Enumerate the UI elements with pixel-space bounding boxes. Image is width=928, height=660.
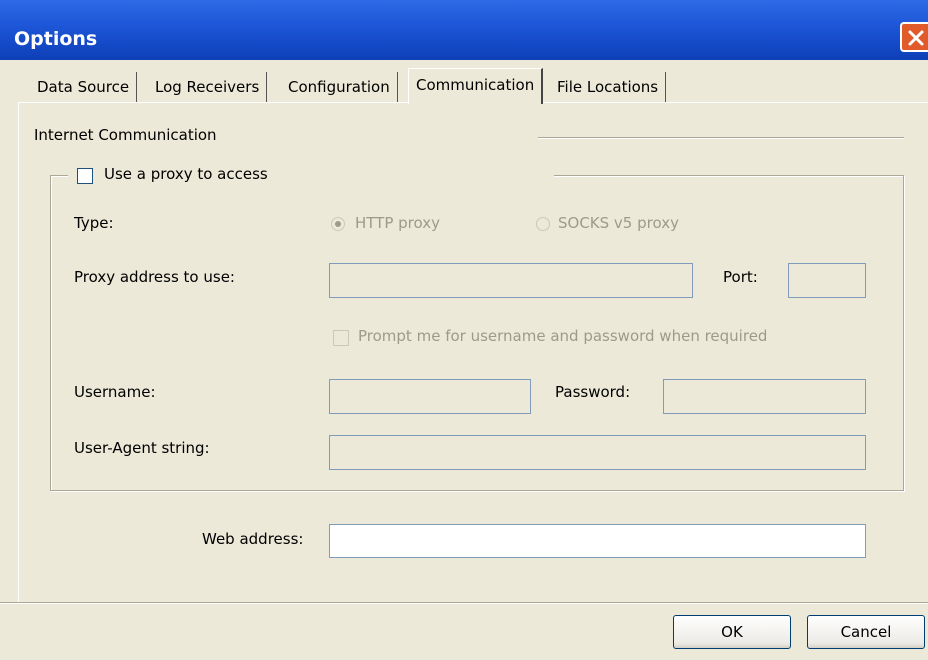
- title-bar: Options: [0, 0, 928, 60]
- password-field[interactable]: [663, 379, 866, 414]
- tab-label: Communication: [416, 76, 535, 94]
- tab-configuration[interactable]: Configuration: [281, 72, 398, 102]
- radio-dot-icon: [335, 221, 341, 227]
- tab-log-receivers[interactable]: Log Receivers: [148, 72, 268, 102]
- cancel-button[interactable]: Cancel: [807, 615, 925, 649]
- socks-proxy-radio[interactable]: [536, 217, 550, 231]
- close-icon: [908, 30, 924, 46]
- user-agent-label: User-Agent string:: [74, 439, 210, 457]
- http-proxy-label: HTTP proxy: [355, 214, 440, 232]
- port-label: Port:: [723, 268, 758, 286]
- tab-communication[interactable]: Communication: [408, 68, 544, 104]
- window-title: Options: [14, 28, 98, 50]
- user-agent-field[interactable]: [329, 435, 866, 470]
- proxy-address-label: Proxy address to use:: [74, 268, 235, 286]
- proxy-address-field[interactable]: [329, 263, 693, 298]
- section-title: Internet Communication: [34, 126, 217, 144]
- password-label: Password:: [555, 383, 631, 401]
- prompt-credentials-label: Prompt me for username and password when…: [358, 327, 768, 345]
- close-button[interactable]: [900, 22, 928, 52]
- use-proxy-label: Use a proxy to access: [104, 165, 268, 183]
- bottom-divider: [0, 602, 928, 604]
- use-proxy-checkbox[interactable]: [77, 168, 93, 184]
- tab-data-source[interactable]: Data Source: [30, 72, 138, 102]
- web-address-field[interactable]: [329, 524, 866, 558]
- type-label: Type:: [74, 214, 114, 232]
- ok-button[interactable]: OK: [673, 615, 791, 649]
- tab-label: Log Receivers: [155, 78, 260, 96]
- username-label: Username:: [74, 383, 156, 401]
- section-divider: [538, 137, 904, 139]
- prompt-credentials-checkbox[interactable]: [333, 330, 349, 346]
- tab-label: Data Source: [37, 78, 130, 96]
- username-field[interactable]: [329, 379, 531, 414]
- http-proxy-radio[interactable]: [331, 217, 345, 231]
- tab-file-locations[interactable]: File Locations: [550, 72, 667, 102]
- port-field[interactable]: [788, 263, 866, 298]
- web-address-label: Web address:: [202, 530, 304, 548]
- tab-label: File Locations: [557, 78, 659, 96]
- socks-proxy-label: SOCKS v5 proxy: [558, 214, 679, 232]
- tab-label: Configuration: [288, 78, 390, 96]
